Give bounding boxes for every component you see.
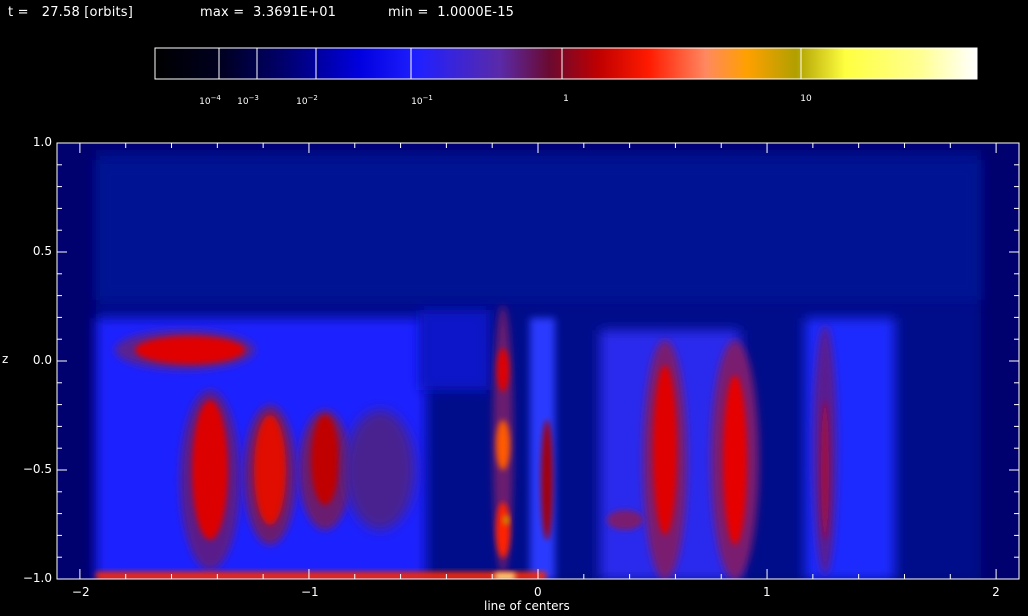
- x-tick-label: 0: [534, 585, 542, 599]
- field-layer: [96, 150, 981, 579]
- y-tick-label: −1.0: [22, 571, 52, 585]
- x-axis-label: line of centers: [484, 599, 570, 613]
- x-tick-label: 2: [992, 585, 1000, 599]
- y-tick-label: 0.0: [32, 353, 52, 367]
- x-tick-label: 1: [763, 585, 771, 599]
- y-axis-label: z: [2, 352, 9, 366]
- x-tick-label: −1: [300, 585, 319, 599]
- y-tick-label: 0.5: [32, 244, 52, 258]
- density-map: [56, 142, 1020, 580]
- y-tick-label: −0.5: [22, 462, 52, 476]
- x-tick-label: −2: [71, 585, 90, 599]
- y-tick-label: 1.0: [32, 135, 52, 149]
